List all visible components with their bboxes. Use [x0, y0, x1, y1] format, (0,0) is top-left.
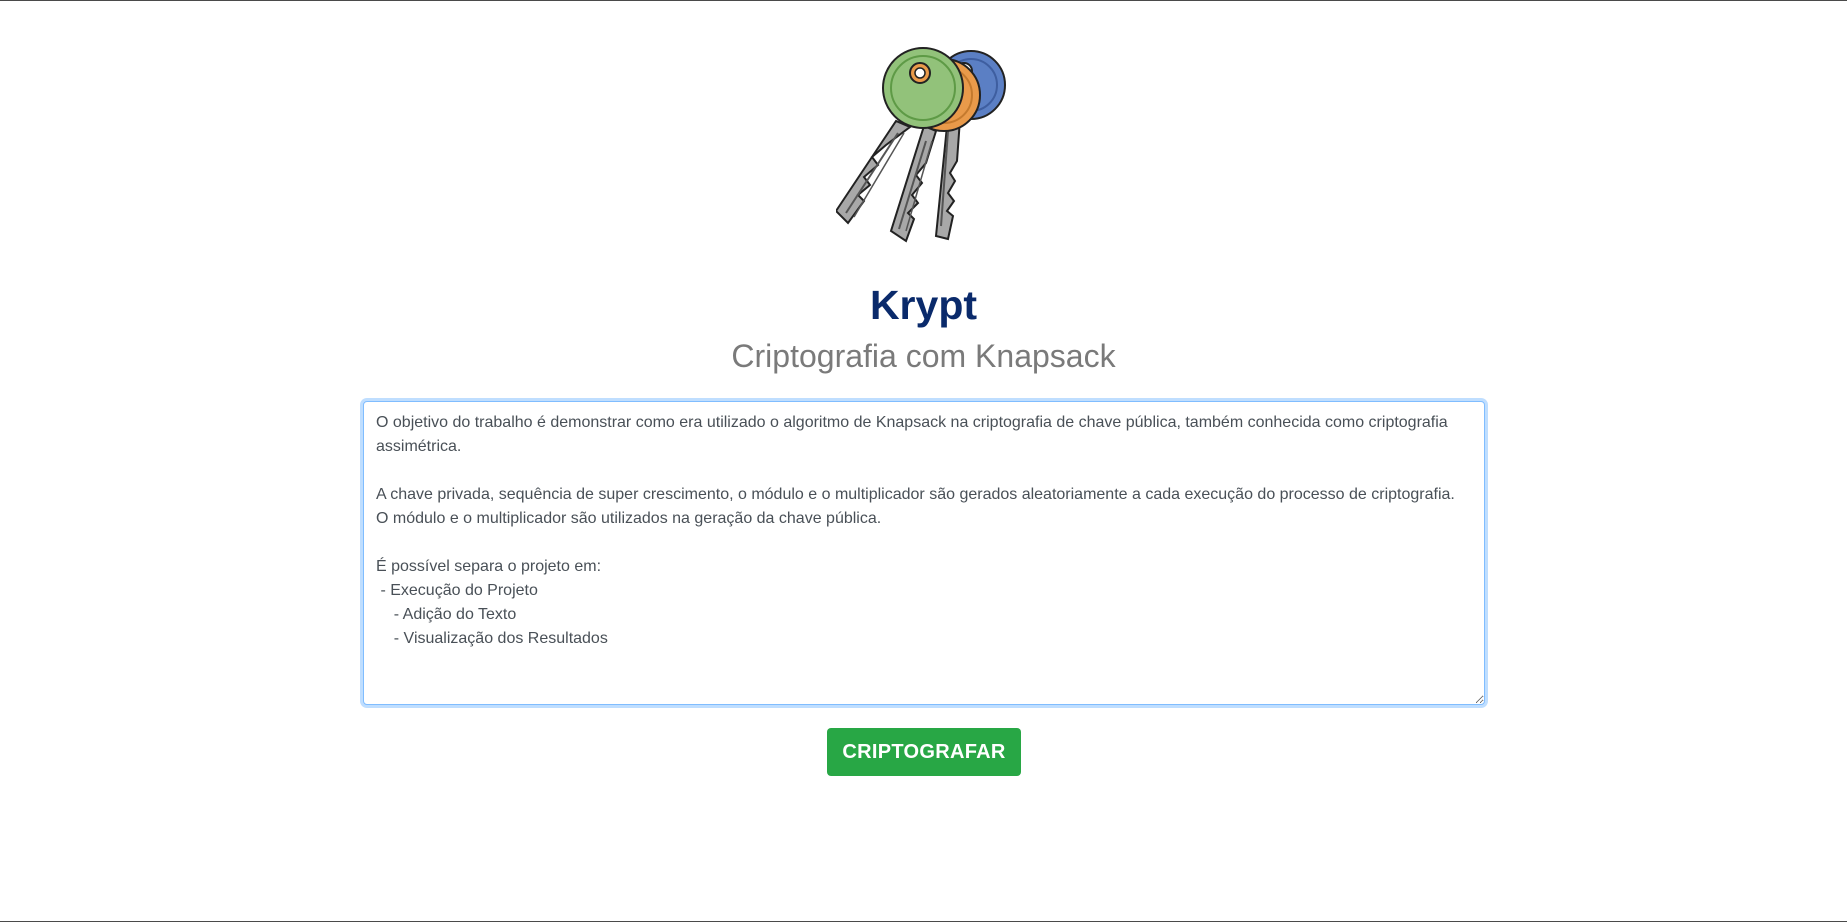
app-title: Krypt [869, 282, 978, 328]
app-subtitle: Criptografia com Knapsack [731, 338, 1116, 374]
plaintext-input[interactable] [363, 401, 1485, 705]
encrypt-button[interactable]: CRIPTOGRAFAR [827, 728, 1021, 776]
keys-icon [836, 47, 1006, 243]
